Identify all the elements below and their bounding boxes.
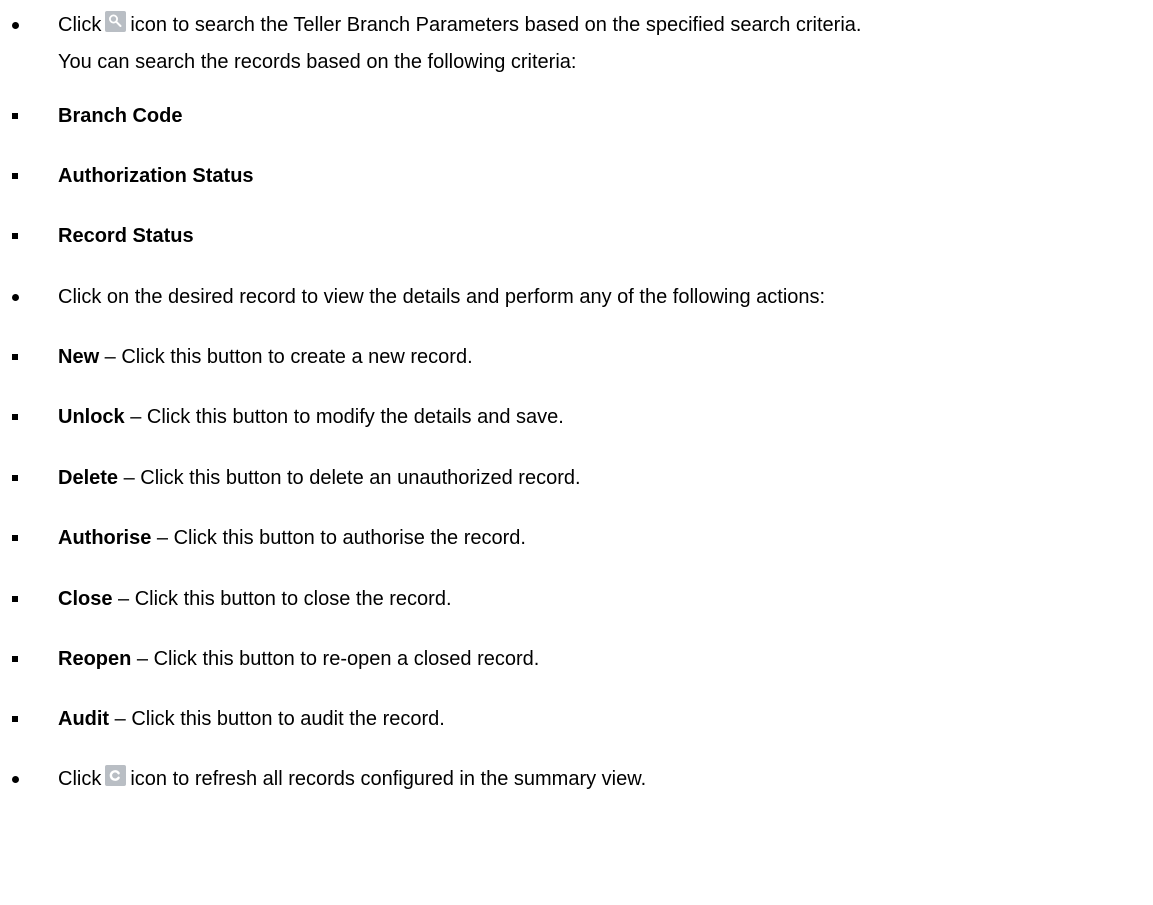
document-page: Click icon to search the Teller Branch Pa… <box>0 0 1153 905</box>
criteria-label: Record Status <box>58 225 194 247</box>
square-bullet <box>12 173 18 179</box>
refresh-click-text: Click <box>58 768 102 790</box>
search-icon[interactable] <box>105 11 127 32</box>
action-description: – Click this button to authorise the rec… <box>151 527 526 549</box>
action-name: Audit <box>58 708 110 730</box>
action-description: – Click this button to close the record. <box>112 588 452 610</box>
square-bullet <box>12 354 18 360</box>
refresh-icon[interactable] <box>105 765 127 786</box>
action-name: Delete <box>58 467 119 489</box>
action-description: – Click this button to create a new reco… <box>99 346 473 368</box>
square-bullet <box>12 596 18 602</box>
square-bullet <box>12 113 18 119</box>
criteria-label: Authorization Status <box>58 165 254 187</box>
square-bullet <box>12 414 18 420</box>
square-bullet <box>12 656 18 662</box>
action-description: – Click this button to delete an unautho… <box>118 467 581 489</box>
criteria-label: Branch Code <box>58 105 183 127</box>
round-bullet <box>12 776 19 783</box>
square-bullet <box>12 233 18 239</box>
refresh-description: icon to refresh all records configured i… <box>130 768 647 790</box>
action-description: – Click this button to re-open a closed … <box>131 648 540 670</box>
round-bullet <box>12 22 19 29</box>
action-name: Close <box>58 588 113 610</box>
action-description: – Click this button to modify the detail… <box>124 406 564 428</box>
search-click-text: Click <box>58 14 102 36</box>
round-bullet <box>12 294 19 301</box>
action-name: Reopen <box>58 648 132 670</box>
square-bullet <box>12 535 18 541</box>
action-name: Unlock <box>58 406 125 428</box>
square-bullet <box>12 475 18 481</box>
square-bullet <box>12 716 18 722</box>
search-description: icon to search the Teller Branch Paramet… <box>130 14 862 36</box>
action-description: – Click this button to audit the record. <box>109 708 445 730</box>
action-name: New <box>58 346 100 368</box>
action-name: Authorise <box>58 527 152 549</box>
